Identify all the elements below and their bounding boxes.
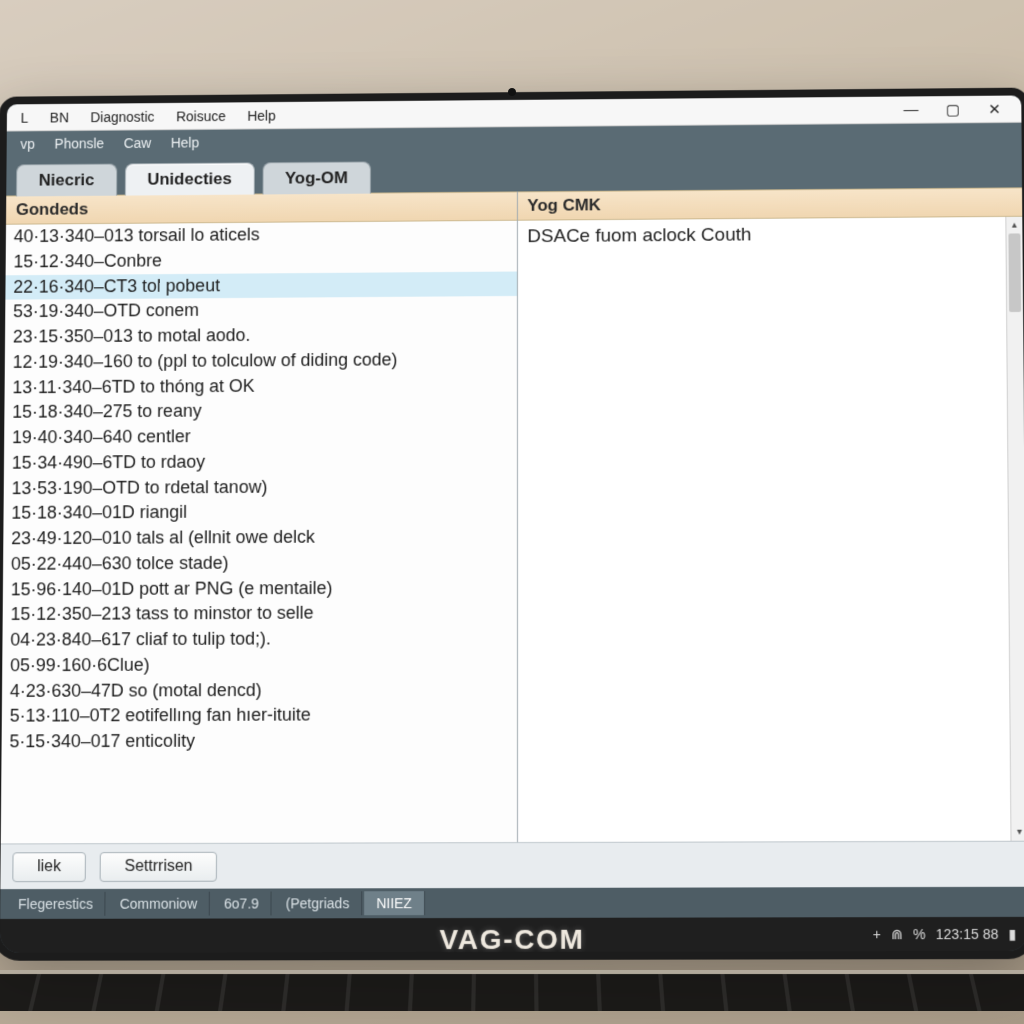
list-item[interactable]: 5·15·340–017 enticolity xyxy=(1,728,516,755)
footer-button-bar: liek Settrrisen xyxy=(0,841,1024,889)
code-list[interactable]: 40·13·340–013 torsail lo aticels15·12·34… xyxy=(1,221,517,844)
scroll-thumb[interactable] xyxy=(1008,233,1021,312)
laptop-screen: LBNDiagnosticRoisuceHelp — ▢ ✕ vpPhonsle… xyxy=(0,88,1024,961)
window-controls: — ▢ ✕ xyxy=(892,98,1017,121)
list-item[interactable]: 15·12·340–Conbre xyxy=(6,246,517,275)
list-item[interactable]: 23·15·350–013 to motal aodo. xyxy=(5,321,517,350)
list-item[interactable]: 13·11·340–6TD to thóng at OK xyxy=(5,372,517,401)
list-item[interactable]: 5·13·110–0T2 eotifellıng fan hıer-ituite xyxy=(2,702,517,729)
menu2-item-0[interactable]: vp xyxy=(11,134,45,154)
list-item[interactable]: 19·40·340–640 centler xyxy=(4,422,516,450)
status-tab-bar: FlegeresticsCommoniow6o7.9(PetgriadsNIIE… xyxy=(0,887,1024,919)
list-item[interactable]: 23·49·120–010 tals al (ellnit owe delck xyxy=(3,524,516,552)
menu1-item-2[interactable]: Diagnostic xyxy=(81,106,165,126)
menu2-item-3[interactable]: Help xyxy=(161,133,209,153)
status-tab-3[interactable]: (Petgriads xyxy=(274,891,363,915)
status-tab-2[interactable]: 6o7.9 xyxy=(212,892,272,916)
tab-yog-om[interactable]: Yog-OM xyxy=(262,161,370,194)
tray-percent-icon[interactable]: % xyxy=(913,926,926,942)
footer-button-1[interactable]: Settrrisen xyxy=(100,851,218,881)
right-pane: Yog CMK DSACe fuom aclock Couth ▴ ▾ xyxy=(517,187,1024,842)
list-item[interactable]: 13·53·190–OTD to rdetal tanow) xyxy=(4,473,517,501)
laptop-keyboard xyxy=(0,970,1024,1011)
menu1-item-1[interactable]: BN xyxy=(40,107,79,127)
detail-text: DSACe fuom aclock Couth xyxy=(518,217,1024,842)
status-tab-1[interactable]: Commoniow xyxy=(108,892,210,916)
scroll-down-icon[interactable]: ▾ xyxy=(1011,824,1024,841)
list-item[interactable]: 22·16·340–CT3 tol pobeut xyxy=(5,271,516,300)
list-item[interactable]: 15·34·490–6TD to rdaoy xyxy=(4,448,517,476)
tray-clock[interactable]: 123:15 88 xyxy=(936,926,999,942)
tray-wifi-icon[interactable]: ⋒ xyxy=(891,926,903,943)
list-item[interactable]: 15·12·350–213 tass to minstor to selle xyxy=(3,600,517,628)
window-maximize-button[interactable]: ▢ xyxy=(934,98,972,120)
laptop-camera xyxy=(508,88,516,96)
menu1-item-0[interactable]: L xyxy=(11,108,38,128)
list-item[interactable]: 53·19·340–OTD conem xyxy=(5,296,516,325)
tray-user-icon[interactable]: ▮ xyxy=(1008,925,1016,942)
menu2-item-2[interactable]: Caw xyxy=(114,133,161,153)
left-pane: Gondeds 40·13·340–013 torsail lo aticels… xyxy=(1,191,517,843)
right-pane-header: Yog CMK xyxy=(518,187,1023,220)
status-tab-0[interactable]: Flegerestics xyxy=(6,892,106,916)
footer-button-0[interactable]: liek xyxy=(12,852,86,882)
window-close-button[interactable]: ✕ xyxy=(975,98,1013,120)
system-tray: + ⋒ % 123:15 88 ▮ xyxy=(873,925,1017,942)
list-item[interactable]: 05·22·440–630 tolce stade) xyxy=(3,549,517,577)
menu2-item-1[interactable]: Phonsle xyxy=(45,134,114,154)
os-taskbar: + ⋒ % 123:15 88 ▮ xyxy=(0,917,1024,953)
left-pane-header: Gondeds xyxy=(6,191,517,224)
list-item[interactable]: 04·23·840–617 cliaf to tulip tod;). xyxy=(2,626,516,654)
menu1-item-3[interactable]: Roisuce xyxy=(166,106,235,126)
work-area: Gondeds 40·13·340–013 torsail lo aticels… xyxy=(0,187,1024,919)
app-window: LBNDiagnosticRoisuceHelp — ▢ ✕ vpPhonsle… xyxy=(0,95,1024,952)
tab-unidecties[interactable]: Unidecties xyxy=(125,162,255,195)
list-item[interactable]: 15·18·340–275 to reany xyxy=(4,397,516,425)
list-item[interactable]: 15·96·140–01D pott ar PNG (e mentaile) xyxy=(3,575,517,603)
list-item[interactable]: 15·18·340–01D riangil xyxy=(3,498,516,526)
menu1-item-4[interactable]: Help xyxy=(237,105,285,125)
tab-niecric[interactable]: Niecric xyxy=(16,164,117,197)
list-item[interactable]: 4·23·630–47D so (motal dencd) xyxy=(2,677,517,705)
window-minimize-button[interactable]: — xyxy=(892,99,930,121)
status-tab-4[interactable]: NIIEZ xyxy=(364,891,425,915)
tray-plus-icon[interactable]: + xyxy=(873,926,881,942)
list-item[interactable]: 12·19·340–160 to (ppl to tolculow of did… xyxy=(5,347,517,376)
list-item[interactable]: 05·99·160·6Clue) xyxy=(2,651,516,679)
list-item[interactable]: 40·13·340–013 torsail lo aticels xyxy=(6,221,517,250)
scroll-up-icon[interactable]: ▴ xyxy=(1006,217,1022,234)
